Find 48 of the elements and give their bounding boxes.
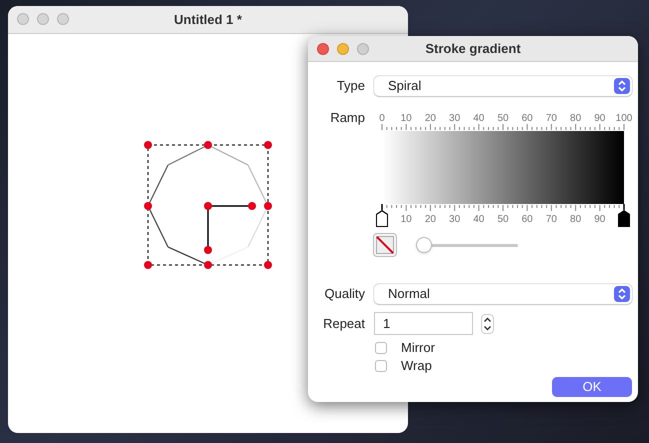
- zoom-button[interactable]: [357, 43, 369, 55]
- ruler-label: 70: [546, 113, 557, 124]
- ruler-label: 20: [424, 113, 436, 124]
- minimize-button[interactable]: [37, 13, 49, 25]
- zoom-button[interactable]: [57, 13, 69, 25]
- ruler-label: 90: [594, 113, 606, 124]
- ruler-label: 100: [616, 113, 632, 124]
- color-stop-handle[interactable]: [376, 204, 388, 227]
- ruler-label: 0: [379, 113, 385, 124]
- color-stop-handle[interactable]: [618, 204, 630, 227]
- close-button[interactable]: [317, 43, 329, 55]
- stepper-icon: [614, 78, 630, 94]
- minimize-button[interactable]: [337, 43, 349, 55]
- quality-dropdown[interactable]: Normal: [374, 284, 632, 304]
- checkbox-label: Wrap: [401, 357, 432, 375]
- repeat-label: Repeat: [322, 314, 365, 333]
- close-button[interactable]: [17, 13, 29, 25]
- ruler-label: 80: [570, 214, 582, 225]
- ruler-label: 80: [570, 113, 582, 124]
- repeat-field[interactable]: 1: [374, 312, 473, 335]
- ruler-label: 20: [424, 214, 436, 225]
- ruler-label: 40: [473, 214, 484, 225]
- ruler-label: 30: [449, 113, 460, 124]
- ruler-label: 50: [497, 214, 509, 225]
- ruler-label: 50: [497, 113, 509, 124]
- ruler-label: 70: [546, 214, 557, 225]
- no-color-icon: [376, 236, 394, 254]
- ruler-label: 60: [522, 214, 533, 225]
- checkbox[interactable]: [375, 342, 387, 354]
- dialog-title: Stroke gradient: [425, 40, 521, 58]
- ramp-label: Ramp: [329, 109, 365, 127]
- swatch-button[interactable]: [373, 233, 397, 257]
- ruler-label: 90: [594, 214, 606, 225]
- ruler-label: 10: [400, 214, 412, 225]
- type-dropdown[interactable]: Spiral: [374, 76, 632, 96]
- ruler-label: 40: [473, 113, 484, 124]
- checkbox-label: Mirror: [401, 339, 435, 357]
- type-label: Type: [336, 77, 365, 96]
- ruler-label: 10: [400, 113, 412, 124]
- quality-label: Quality: [324, 285, 365, 304]
- ok-button[interactable]: OK: [552, 377, 632, 397]
- checkbox[interactable]: [375, 360, 387, 372]
- stepper-icon: [614, 286, 630, 302]
- ruler-label: 60: [522, 113, 533, 124]
- slider-thumb[interactable]: [416, 236, 432, 252]
- window-title: Untitled 1 *: [174, 10, 242, 29]
- stepper-arrows-icon[interactable]: [481, 314, 494, 334]
- ruler-label: 30: [449, 214, 460, 225]
